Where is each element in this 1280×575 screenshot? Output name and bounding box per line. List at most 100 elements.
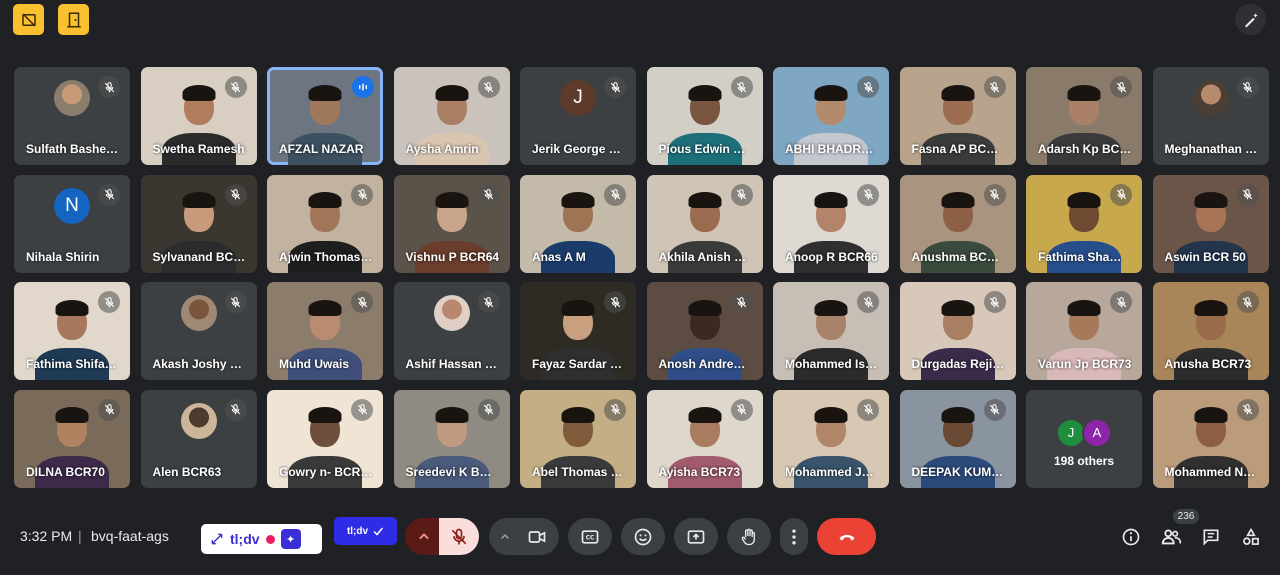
participant-tile[interactable]: Durgadas Reji …	[899, 282, 1016, 380]
participant-tile[interactable]: Anoop R BCR66	[773, 174, 889, 273]
participant-tile[interactable]: Gowry n- BCR…	[267, 389, 383, 488]
participant-tile[interactable]: Ashif Hassan …	[393, 282, 510, 380]
mic-off-icon	[730, 291, 753, 313]
participant-tile[interactable]: DEEPAK KUM…	[899, 389, 1016, 488]
raise-hand-button[interactable]	[727, 518, 771, 555]
end-call-button[interactable]	[817, 518, 876, 555]
hand-icon	[741, 528, 755, 545]
participant-tile[interactable]: Anas A M	[520, 174, 636, 273]
participant-tile[interactable]: Mohammed N…	[1152, 389, 1269, 488]
participant-tile[interactable]: Mohammed J…	[773, 389, 889, 488]
participant-video	[1194, 299, 1227, 316]
mic-off-icon	[477, 291, 500, 313]
pen-button[interactable]	[1235, 4, 1266, 35]
tldv-button[interactable]: tl;dv	[334, 517, 397, 545]
participant-tile[interactable]: Fayaz Sardar …	[520, 282, 636, 380]
participant-video	[1067, 84, 1101, 101]
chevron-up-icon[interactable]	[497, 529, 513, 545]
camera-off-button[interactable]	[13, 4, 44, 35]
avatar: J	[560, 80, 596, 117]
chat-button[interactable]	[1200, 526, 1222, 548]
participant-tile[interactable]: Mohammed Is…	[773, 282, 889, 380]
expand-icon	[211, 533, 223, 545]
activities-button[interactable]	[1240, 526, 1262, 548]
participant-name: Vishnu P BCR64	[405, 249, 500, 264]
participant-tile[interactable]: DILNA BCR70	[14, 389, 130, 488]
participant-tile[interactable]: Sylvanand BCR65	[140, 174, 257, 273]
participant-tile[interactable]: Fathima Sham…	[1026, 174, 1142, 273]
participant-name: DILNA BCR70	[26, 464, 105, 479]
participant-tile[interactable]: N Nihala Shirin	[14, 174, 130, 273]
participant-tile[interactable]: Anusha BCR73	[1152, 282, 1269, 380]
others-tile[interactable]: J A 198 others	[1026, 389, 1142, 488]
participant-tile[interactable]: Abel Thomas …	[520, 389, 636, 488]
participant-tile[interactable]: AFZAL NAZAR	[267, 67, 383, 165]
mic-off-icon	[1110, 183, 1132, 206]
mic-off-icon	[477, 398, 500, 421]
participant-tile[interactable]: Varun Jp BCR73	[1026, 282, 1142, 380]
participant-tile[interactable]: Akhila Anish B…	[646, 174, 763, 273]
tldv-button-label: tl;dv	[346, 525, 369, 537]
mini-avatar: A	[1082, 417, 1112, 448]
mic-off-icon	[857, 291, 879, 313]
participant-video	[1067, 192, 1101, 209]
tldv-widget[interactable]: tl;dv ✦	[201, 524, 322, 554]
captions-button[interactable]: CC	[568, 518, 612, 555]
participant-video	[55, 407, 89, 424]
participant-tile[interactable]: Ajwin Thomas …	[267, 174, 383, 273]
participant-tile[interactable]: Fasna AP BCR…	[899, 67, 1016, 165]
participant-name: Varun Jp BCR73	[1038, 357, 1132, 371]
people-button[interactable]	[1160, 526, 1182, 548]
mic-off-button[interactable]	[439, 518, 479, 555]
mic-off-icon	[451, 528, 467, 544]
participant-tile[interactable]: Vishnu P BCR64	[393, 174, 510, 273]
participant-tile[interactable]: Adarsh Kp BC…	[1026, 67, 1142, 165]
bottom-bar: 3:32 PM | bvq-faat-ags tl;dv ✦ tl;dv CC	[0, 509, 1280, 562]
camera-off-icon	[21, 12, 36, 27]
present-button[interactable]	[674, 518, 718, 555]
participant-tile[interactable]: Alen BCR63	[140, 389, 257, 488]
participant-name: Swetha Ramesh	[152, 142, 245, 156]
emoji-button[interactable]	[621, 518, 665, 555]
participant-video	[688, 192, 721, 209]
participant-tile[interactable]: Muhd Uwais	[267, 282, 383, 380]
camera-icon[interactable]	[527, 527, 547, 547]
mic-off-icon	[604, 398, 626, 421]
mic-off-icon	[351, 291, 373, 313]
participant-name: Durgadas Reji …	[911, 357, 1006, 371]
participant-tile[interactable]: J Jerik George …	[520, 67, 636, 165]
others-count: 198 others	[1053, 453, 1115, 468]
participant-tile[interactable]: Anosh Andrew…	[646, 282, 763, 380]
more-options-button[interactable]	[780, 518, 808, 555]
pen-sparkle-icon	[1244, 12, 1258, 27]
door-button[interactable]	[58, 4, 89, 35]
participant-tile[interactable]: Sreedevi K BC…	[393, 389, 510, 488]
end-call-icon	[839, 534, 854, 540]
participant-name: Sulfath Bashe…	[26, 142, 119, 156]
participant-name: AFZAL NAZAR	[279, 142, 364, 156]
info-icon	[1122, 528, 1140, 546]
participant-tile[interactable]: Meghanathan …	[1152, 67, 1269, 165]
participant-name: Sreedevi K BC…	[405, 464, 500, 479]
participant-tile[interactable]: Fathima Shifa…	[14, 282, 130, 380]
participant-video	[814, 407, 848, 424]
meeting-code: bvq-faat-ags	[91, 528, 169, 544]
info-button[interactable]	[1120, 526, 1142, 548]
participant-tile[interactable]: Anushma BCR…	[899, 174, 1016, 273]
participant-tile[interactable]: Ayisha BCR73	[646, 389, 763, 488]
participant-tile[interactable]: Pious Edwin B…	[646, 67, 763, 165]
participant-tile[interactable]: Aysha Amrin	[393, 67, 510, 165]
participant-tile[interactable]: Aswin BCR 50	[1152, 174, 1269, 273]
mic-options-button[interactable]	[405, 518, 443, 555]
participant-tile[interactable]: ABHI BHADRA…	[773, 67, 889, 165]
participant-tile[interactable]: Sulfath Bashe…	[14, 67, 130, 165]
check-icon	[373, 527, 384, 536]
svg-text:CC: CC	[586, 535, 595, 541]
participant-name: Sylvanand BCR65	[152, 249, 247, 264]
present-screen-icon	[687, 529, 705, 544]
participant-video	[814, 192, 848, 209]
participant-video	[688, 407, 721, 424]
participant-tile[interactable]: Akash Joshy B…	[140, 282, 257, 380]
participant-tile[interactable]: Swetha Ramesh	[140, 67, 257, 165]
avatar	[433, 295, 470, 332]
